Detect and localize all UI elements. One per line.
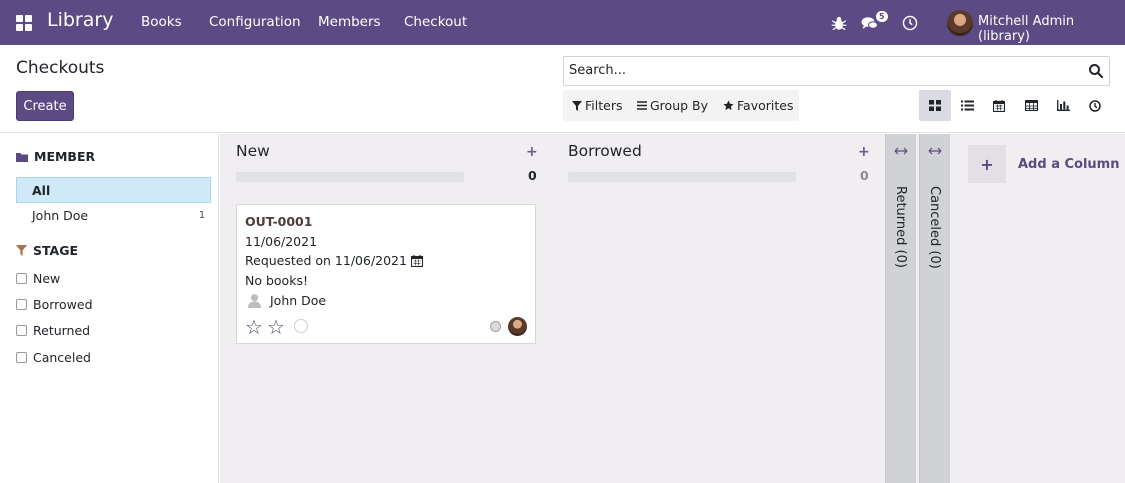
page-title: Checkouts xyxy=(16,58,105,78)
favorites-button[interactable]: Favorites xyxy=(723,98,793,113)
priority-star-icon[interactable]: ☆ xyxy=(267,317,285,337)
column-count-borrowed: 0 xyxy=(860,168,869,183)
user-menu[interactable]: Mitchell Admin (library) xyxy=(978,14,1125,44)
member-filter-all[interactable]: All xyxy=(16,177,211,203)
star-icon xyxy=(723,100,734,111)
card-requested-text: Requested on 11/06/2021 xyxy=(245,253,407,268)
stage-label: New xyxy=(33,271,61,286)
member-header-label: MEMBER xyxy=(34,149,96,164)
stage-label: Returned xyxy=(33,323,91,338)
favorites-label: Favorites xyxy=(737,98,794,113)
card-requested-line: Requested on 11/06/2021 xyxy=(245,253,423,268)
search-box[interactable] xyxy=(563,56,1110,86)
search-panel: MEMBER All John Doe 1 STAGE New Borrowed… xyxy=(0,134,219,483)
quick-create-new-button[interactable]: + xyxy=(526,144,538,160)
card-avatar[interactable] xyxy=(508,317,527,336)
bug-icon[interactable] xyxy=(830,14,848,32)
column-title-new[interactable]: New xyxy=(236,142,270,160)
calendar-icon xyxy=(410,254,423,267)
activity-clock-icon[interactable] xyxy=(294,319,308,333)
list-view-icon xyxy=(960,100,974,111)
create-button[interactable]: Create xyxy=(16,91,74,121)
folded-column-label: Returned (0) xyxy=(893,186,908,268)
user-icon xyxy=(247,294,262,308)
card-member-name: John Doe xyxy=(270,293,327,308)
control-panel: Checkouts Create Filters Group By Favori… xyxy=(0,45,1125,133)
card-date: 11/06/2021 xyxy=(245,234,318,249)
stage-filter-canceled[interactable]: Canceled xyxy=(16,350,91,365)
stage-label: Borrowed xyxy=(33,297,93,312)
member-count: 1 xyxy=(199,210,206,221)
group-by-label: Group By xyxy=(650,98,709,113)
clock-icon[interactable] xyxy=(901,14,919,32)
apps-menu-icon[interactable] xyxy=(16,15,32,31)
card-note: No books! xyxy=(245,273,308,288)
stage-filter-borrowed[interactable]: Borrowed xyxy=(16,297,93,312)
stage-checkbox[interactable] xyxy=(16,325,27,336)
card-member: John Doe xyxy=(247,293,326,308)
calendar-view-icon xyxy=(993,99,1005,112)
graph-view-icon xyxy=(1056,100,1070,111)
activity-view-icon xyxy=(1089,99,1101,112)
stage-filter-returned[interactable]: Returned xyxy=(16,323,90,338)
filters-button[interactable]: Filters xyxy=(572,98,622,113)
activity-view-button[interactable] xyxy=(1079,90,1111,121)
filter-icon xyxy=(16,245,27,256)
column-progress-bar[interactable] xyxy=(568,172,796,182)
folded-column-canceled[interactable]: Canceled (0) xyxy=(919,134,950,483)
add-column[interactable]: + Add a Column xyxy=(968,145,1119,183)
folder-icon xyxy=(16,152,28,162)
group-by-button[interactable]: Group By xyxy=(637,98,708,113)
folded-column-returned[interactable]: Returned (0) xyxy=(885,134,916,483)
kanban-view-icon xyxy=(929,100,941,111)
search-options-bar: Filters Group By Favorites xyxy=(563,90,799,121)
menu-books[interactable]: Books xyxy=(141,14,182,30)
search-icon[interactable] xyxy=(1088,63,1104,79)
calendar-view-button[interactable] xyxy=(983,90,1015,121)
menu-checkout[interactable]: Checkout xyxy=(404,14,467,30)
member-filter-john-doe[interactable]: John Doe xyxy=(32,208,88,223)
stage-filter-new[interactable]: New xyxy=(16,271,60,286)
stage-header-label: STAGE xyxy=(33,243,79,258)
menu-configuration[interactable]: Configuration xyxy=(209,14,301,30)
kanban-card[interactable]: OUT-0001 11/06/2021 Requested on 11/06/2… xyxy=(236,204,536,344)
add-column-label[interactable]: Add a Column xyxy=(1018,157,1119,172)
member-section-header: MEMBER xyxy=(16,149,95,164)
add-column-plus-icon[interactable]: + xyxy=(968,145,1006,183)
unfold-arrow-icon xyxy=(894,147,908,155)
folded-column-label: Canceled (0) xyxy=(927,186,942,269)
kanban-view-button[interactable] xyxy=(919,90,951,121)
stage-checkbox[interactable] xyxy=(16,273,27,284)
group-by-icon xyxy=(637,101,647,110)
search-input[interactable] xyxy=(569,63,1069,78)
stage-label: Canceled xyxy=(33,350,91,365)
column-count-new: 0 xyxy=(528,168,537,183)
top-navbar: Library Books Configuration Members Chec… xyxy=(0,0,1125,45)
app-brand[interactable]: Library xyxy=(47,9,113,31)
kanban-state-dot[interactable] xyxy=(490,321,501,332)
pivot-view-button[interactable] xyxy=(1015,90,1047,121)
stage-checkbox[interactable] xyxy=(16,352,27,363)
column-progress-bar[interactable] xyxy=(236,172,464,182)
view-switcher xyxy=(919,90,1111,121)
stage-section-header: STAGE xyxy=(16,243,78,258)
kanban-board: New + 0 OUT-0001 11/06/2021 Requested on… xyxy=(220,134,1125,483)
pivot-view-icon xyxy=(1024,100,1038,111)
priority-star-icon[interactable]: ☆ xyxy=(245,317,263,337)
stage-checkbox[interactable] xyxy=(16,299,27,310)
filters-label: Filters xyxy=(585,98,623,113)
graph-view-button[interactable] xyxy=(1047,90,1079,121)
card-reference: OUT-0001 xyxy=(245,214,313,229)
list-view-button[interactable] xyxy=(951,90,983,121)
unfold-arrow-icon xyxy=(928,147,942,155)
user-avatar[interactable] xyxy=(947,10,973,36)
menu-members[interactable]: Members xyxy=(318,14,381,30)
messages-badge: 5 xyxy=(876,11,888,22)
quick-create-borrowed-button[interactable]: + xyxy=(858,144,870,160)
filter-icon xyxy=(572,100,582,111)
column-title-borrowed[interactable]: Borrowed xyxy=(568,142,642,160)
